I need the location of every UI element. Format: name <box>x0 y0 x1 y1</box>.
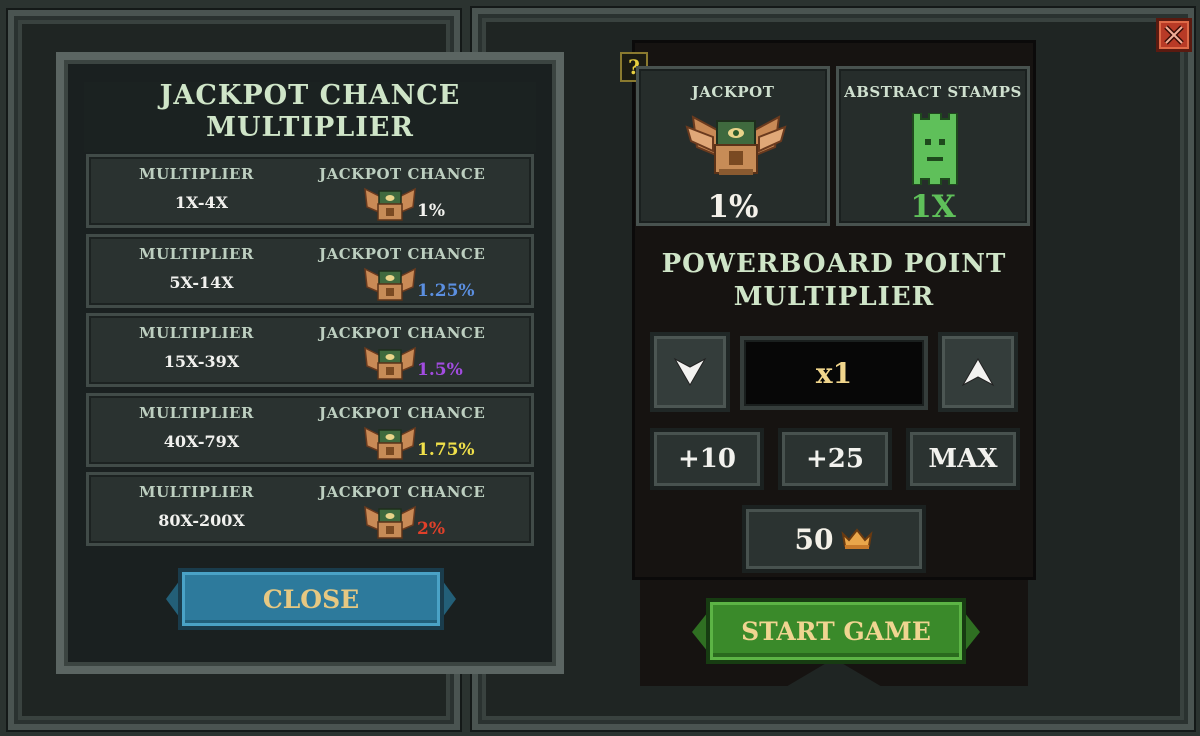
close-window-button[interactable] <box>1156 18 1192 52</box>
row-range: 40X-79X <box>163 432 240 451</box>
jackpot-card-title: JACKPOT <box>691 83 775 101</box>
arrow-up-icon <box>961 357 995 387</box>
row-chance-value: 2% <box>417 519 445 539</box>
arrow-down-icon <box>673 357 707 387</box>
jackpot-chest-icon <box>364 187 416 221</box>
panel-title-line2: MULTIPLIER <box>206 112 414 143</box>
crown-icon <box>841 528 873 549</box>
stamp-icon <box>912 113 958 185</box>
close-button-wing-right <box>442 580 456 618</box>
jackpot-chest-icon <box>364 505 416 539</box>
row-chance-value: 1% <box>417 201 445 221</box>
max-button[interactable]: MAX <box>906 428 1020 490</box>
jackpot-chest-icon <box>685 115 787 175</box>
powerboard-title-line1: POWERBOARD POINT <box>661 249 1007 279</box>
panel-title-line1: JACKPOT CHANCE <box>159 80 461 111</box>
stamps-value: 1X <box>910 189 956 225</box>
row-chance-label: JACKPOT CHANCE <box>319 324 486 342</box>
decrease-multiplier-button[interactable] <box>650 332 730 412</box>
row-range: 1X-4X <box>174 193 229 212</box>
plus-10-button[interactable]: +10 <box>650 428 764 490</box>
jackpot-chest-icon <box>364 426 416 460</box>
row-chance-label: JACKPOT CHANCE <box>319 245 486 263</box>
start-button-wing-right <box>964 612 980 652</box>
stamps-card: ABSTRACT STAMPS 1X <box>836 66 1030 226</box>
row-range: 80X-200X <box>158 511 245 530</box>
panel-title: JACKPOT CHANCE MULTIPLIER <box>84 80 536 144</box>
powerboard-title-line2: MULTIPLIER <box>733 282 935 312</box>
jackpot-chest-icon <box>364 267 416 301</box>
increase-multiplier-button[interactable] <box>938 332 1018 412</box>
multiplier-row: MULTIPLIER JACKPOT CHANCE 5X-14X 1.25% <box>86 234 534 308</box>
row-chance-value: 1.25% <box>417 281 475 301</box>
jackpot-value: 1% <box>707 189 759 225</box>
close-button[interactable]: CLOSE <box>178 568 444 630</box>
multiplier-row: MULTIPLIER JACKPOT CHANCE 40X-79X 1.75% <box>86 393 534 467</box>
plus-25-button[interactable]: +25 <box>778 428 892 490</box>
start-game-button[interactable]: START GAME <box>706 598 966 664</box>
multiplier-row: MULTIPLIER JACKPOT CHANCE 15X-39X 1.5% <box>86 313 534 387</box>
multiplier-display: x1 <box>740 336 928 410</box>
jackpot-card: JACKPOT 1% <box>636 66 830 226</box>
close-x-icon <box>1164 25 1184 45</box>
multiplier-row: MULTIPLIER JACKPOT CHANCE 80X-200X 2% <box>86 472 534 546</box>
row-multiplier-label: MULTIPLIER <box>139 165 254 183</box>
jackpot-chest-icon <box>364 346 416 380</box>
row-range: 5X-14X <box>169 273 234 292</box>
row-chance-label: JACKPOT CHANCE <box>319 404 486 422</box>
row-multiplier-label: MULTIPLIER <box>139 324 254 342</box>
row-multiplier-label: MULTIPLIER <box>139 483 254 501</box>
powerboard-title: POWERBOARD POINT MULTIPLIER <box>636 248 1032 314</box>
row-chance-label: JACKPOT CHANCE <box>319 483 486 501</box>
stamps-card-title: ABSTRACT STAMPS <box>844 83 1022 101</box>
row-range: 15X-39X <box>163 352 240 371</box>
row-multiplier-label: MULTIPLIER <box>139 245 254 263</box>
cost-display: 50 <box>742 505 926 573</box>
multiplier-row: MULTIPLIER JACKPOT CHANCE 1X-4X 1% <box>86 154 534 228</box>
row-multiplier-label: MULTIPLIER <box>139 404 254 422</box>
row-chance-value: 1.5% <box>417 360 463 380</box>
cost-value: 50 <box>794 522 834 556</box>
row-chance-label: JACKPOT CHANCE <box>319 165 486 183</box>
row-chance-value: 1.75% <box>417 440 475 460</box>
